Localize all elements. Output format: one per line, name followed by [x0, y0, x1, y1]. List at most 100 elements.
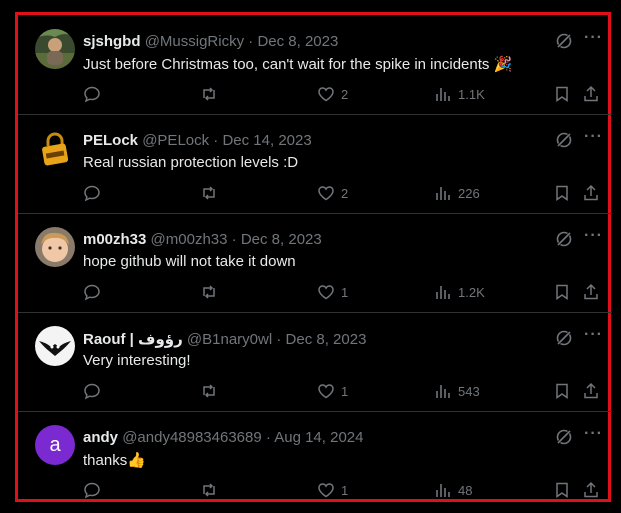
- heart-icon: [318, 285, 334, 300]
- avatar[interactable]: [35, 326, 75, 366]
- like-button[interactable]: 1: [317, 282, 348, 302]
- reply-icon[interactable]: [83, 183, 101, 203]
- repost-icon[interactable]: [200, 381, 218, 401]
- more-dots-icon[interactable]: ···: [584, 425, 603, 443]
- views-count: 1.1K: [458, 86, 485, 102]
- reply-icon[interactable]: [83, 381, 101, 401]
- handle[interactable]: @andy48983463689: [122, 429, 262, 446]
- handle[interactable]: @m00zh33: [151, 231, 228, 248]
- avatar-letter: a: [49, 433, 61, 456]
- post-header: m00zh33 @m00zh33 · Dec 8, 2023: [83, 231, 322, 248]
- separator-dot: ·: [265, 429, 271, 446]
- heart-icon: [318, 384, 334, 399]
- bookmark-icon[interactable]: [553, 282, 571, 302]
- heart-icon: [318, 483, 334, 498]
- share-icon[interactable]: [582, 282, 600, 302]
- post-header: PELock @PELock · Dec 14, 2023: [83, 132, 312, 149]
- bookmark-icon[interactable]: [553, 381, 571, 401]
- post-header: Raouf | رؤوف @B1nary0wl · Dec 8, 2023: [83, 330, 366, 348]
- post-text: thanks👍: [83, 452, 146, 469]
- share-icon[interactable]: [582, 183, 600, 203]
- views-bar-chart-icon: [436, 484, 450, 497]
- post-text: Real russian protection levels :D: [83, 154, 299, 171]
- like-button[interactable]: 1: [317, 381, 348, 401]
- separator-dot: ·: [213, 132, 219, 149]
- grok-icon[interactable]: [555, 329, 573, 347]
- grok-icon[interactable]: [555, 131, 573, 149]
- display-name[interactable]: Raouf | رؤوف: [83, 331, 183, 348]
- views-button[interactable]: 48: [434, 480, 472, 500]
- post-date[interactable]: Dec 8, 2023: [286, 331, 367, 348]
- post-header: sjshgbd @MussigRicky · Dec 8, 2023: [83, 33, 338, 50]
- post-date[interactable]: Aug 14, 2024: [274, 429, 363, 446]
- reply-post[interactable]: sjshgbd @MussigRicky · Dec 8, 2023 Just …: [18, 15, 612, 114]
- display-name[interactable]: andy: [83, 429, 118, 446]
- reply-icon[interactable]: [83, 84, 101, 104]
- post-date[interactable]: Dec 8, 2023: [241, 231, 322, 248]
- like-count: 2: [341, 86, 349, 102]
- bookmark-icon[interactable]: [553, 84, 571, 104]
- heart-icon: [318, 186, 334, 201]
- avatar[interactable]: [35, 29, 75, 69]
- like-button[interactable]: 1: [317, 480, 348, 500]
- heart-icon: [318, 87, 334, 102]
- post-date[interactable]: Dec 14, 2023: [222, 132, 311, 149]
- avatar[interactable]: a: [35, 425, 75, 465]
- repost-icon[interactable]: [200, 84, 218, 104]
- like-button[interactable]: 2: [317, 84, 348, 104]
- bookmark-icon[interactable]: [553, 480, 571, 500]
- views-bar-chart-icon: [436, 286, 450, 299]
- display-name[interactable]: m00zh33: [83, 231, 146, 248]
- post-text: hope github will not take it down: [83, 253, 296, 270]
- reply-icon[interactable]: [83, 480, 101, 500]
- post-header: andy @andy48983463689 · Aug 14, 2024: [83, 429, 363, 446]
- separator-dot: ·: [276, 331, 282, 348]
- like-count: 1: [341, 482, 349, 498]
- views-button[interactable]: 543: [434, 381, 480, 401]
- separator-dot: ·: [248, 33, 254, 50]
- views-bar-chart-icon: [436, 187, 450, 200]
- post-date[interactable]: Dec 8, 2023: [257, 33, 338, 50]
- views-button[interactable]: 1.2K: [434, 282, 485, 302]
- display-name[interactable]: sjshgbd: [83, 33, 141, 50]
- more-dots-icon[interactable]: ···: [584, 29, 603, 47]
- share-icon[interactable]: [582, 480, 600, 500]
- reply-post[interactable]: m00zh33 @m00zh33 · Dec 8, 2023 hope gith…: [18, 213, 612, 312]
- avatar[interactable]: [35, 128, 75, 168]
- grok-icon[interactable]: [555, 230, 573, 248]
- reply-post[interactable]: PELock @PELock · Dec 14, 2023 Real russi…: [18, 114, 612, 213]
- views-button[interactable]: 1.1K: [434, 84, 485, 104]
- like-count: 1: [341, 284, 349, 300]
- handle[interactable]: @MussigRicky: [145, 33, 244, 50]
- reply-icon[interactable]: [83, 282, 101, 302]
- repost-icon[interactable]: [200, 183, 218, 203]
- display-name[interactable]: PELock: [83, 132, 138, 149]
- post-text: Very interesting!: [83, 352, 191, 369]
- views-count: 48: [458, 482, 473, 498]
- more-dots-icon[interactable]: ···: [584, 128, 603, 146]
- handle[interactable]: @B1nary0wl: [187, 331, 272, 348]
- separator-dot: ·: [231, 231, 237, 248]
- views-bar-chart-icon: [436, 385, 450, 398]
- more-dots-icon[interactable]: ···: [584, 227, 603, 245]
- share-icon[interactable]: [582, 381, 600, 401]
- like-count: 2: [341, 185, 349, 201]
- views-count: 543: [458, 383, 480, 399]
- views-count: 226: [458, 185, 480, 201]
- reply-post[interactable]: Raouf | رؤوف @B1nary0wl · Dec 8, 2023 Ve…: [18, 312, 612, 411]
- repost-icon[interactable]: [200, 480, 218, 500]
- grok-icon[interactable]: [555, 32, 573, 50]
- repost-icon[interactable]: [200, 282, 218, 302]
- views-bar-chart-icon: [436, 88, 450, 101]
- share-icon[interactable]: [582, 84, 600, 104]
- handle[interactable]: @PELock: [142, 132, 209, 149]
- avatar[interactable]: [35, 227, 75, 267]
- grok-icon[interactable]: [555, 428, 573, 446]
- more-dots-icon[interactable]: ···: [584, 326, 603, 344]
- like-button[interactable]: 2: [317, 183, 348, 203]
- views-button[interactable]: 226: [434, 183, 480, 203]
- reply-post[interactable]: a andy @andy48983463689 · Aug 14, 2024 t…: [18, 411, 612, 510]
- views-count: 1.2K: [458, 284, 485, 300]
- post-text: Just before Christmas too, can't wait fo…: [83, 56, 513, 73]
- bookmark-icon[interactable]: [553, 183, 571, 203]
